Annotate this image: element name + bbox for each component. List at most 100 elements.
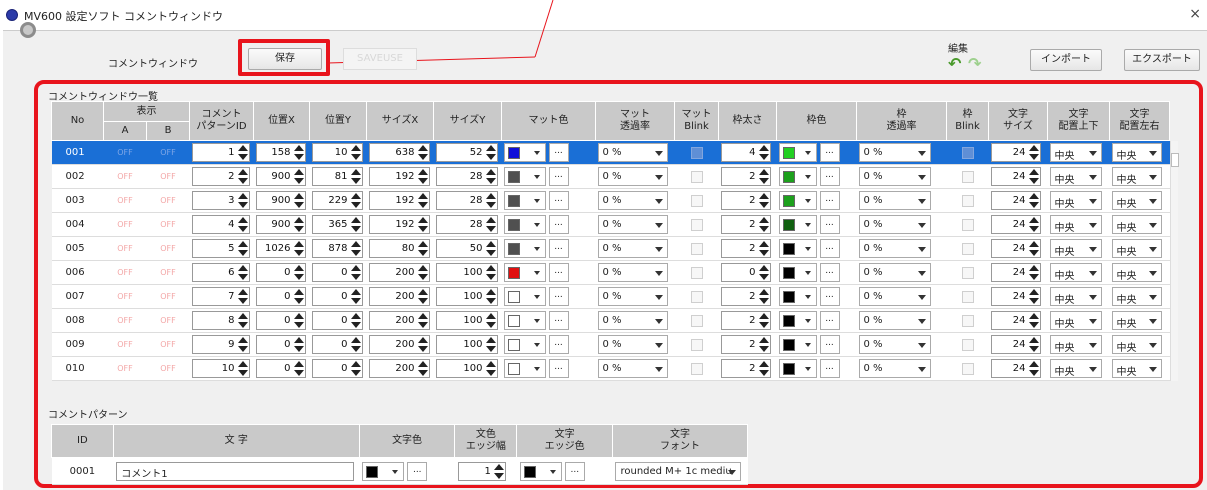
font-size-stepper[interactable]: 24 <box>990 263 1041 282</box>
pos-x-stepper[interactable]: 0 <box>255 335 306 354</box>
show-a-toggle[interactable]: OFF <box>103 140 147 165</box>
pos-y-stepper[interactable]: 0 <box>311 311 363 330</box>
size-y-stepper[interactable]: 28 <box>435 167 498 186</box>
border-width-stepper[interactable]: 4 <box>720 143 771 162</box>
matte-color-more-button[interactable]: ... <box>548 335 569 354</box>
font-size-stepper[interactable]: 24 <box>990 287 1041 306</box>
edge-color-more-button[interactable]: ... <box>564 461 585 481</box>
valign-select[interactable]: 中央 <box>1049 335 1102 354</box>
border-opacity-select[interactable]: 0 % <box>858 311 931 330</box>
show-b-toggle[interactable]: OFF <box>146 212 190 237</box>
show-b-toggle[interactable]: OFF <box>146 356 190 381</box>
matte-blink-checkbox[interactable] <box>690 338 703 351</box>
matte-blink-checkbox[interactable] <box>690 290 703 303</box>
font-size-stepper[interactable]: 24 <box>990 215 1041 234</box>
size-y-stepper[interactable]: 100 <box>435 311 498 330</box>
pattern-text-input[interactable]: コメント1 <box>116 461 355 481</box>
pattern-id-stepper[interactable]: 4 <box>191 215 250 234</box>
valign-select[interactable]: 中央 <box>1049 239 1102 258</box>
valign-select[interactable]: 中央 <box>1049 143 1102 162</box>
valign-select[interactable]: 中央 <box>1049 311 1102 330</box>
table-row[interactable]: 005 OFF OFF 5 1026 878 80 50... 0 % 2... 0 % 24 中央 中央 <box>51 236 1170 261</box>
matte-blink-checkbox[interactable] <box>690 146 703 159</box>
border-width-stepper[interactable]: 2 <box>720 287 771 306</box>
border-color-picker[interactable] <box>778 359 817 378</box>
pattern-id-stepper[interactable]: 8 <box>191 311 250 330</box>
font-size-stepper[interactable]: 24 <box>990 311 1041 330</box>
valign-select[interactable]: 中央 <box>1049 263 1102 282</box>
border-color-more-button[interactable]: ... <box>819 191 840 210</box>
table-scrollbar[interactable] <box>1170 141 1179 381</box>
halign-select[interactable]: 中央 <box>1111 263 1162 282</box>
pos-x-stepper[interactable]: 0 <box>255 263 306 282</box>
pos-x-stepper[interactable]: 900 <box>255 191 306 210</box>
size-x-stepper[interactable]: 200 <box>368 311 430 330</box>
border-width-stepper[interactable]: 2 <box>720 167 771 186</box>
matte-color-more-button[interactable]: ... <box>548 191 569 210</box>
border-color-picker[interactable] <box>778 167 817 186</box>
halign-select[interactable]: 中央 <box>1111 167 1162 186</box>
scrollbar-thumb[interactable] <box>1171 153 1179 167</box>
table-row[interactable]: 010 OFF OFF 10 0 0 200 100... 0 % 2... 0 % 24 中央 中央 <box>51 356 1170 381</box>
pattern-id-stepper[interactable]: 5 <box>191 239 250 258</box>
pos-y-stepper[interactable]: 229 <box>311 191 363 210</box>
halign-select[interactable]: 中央 <box>1111 359 1162 378</box>
matte-color-picker[interactable] <box>503 335 546 354</box>
border-opacity-select[interactable]: 0 % <box>858 191 931 210</box>
matte-blink-checkbox[interactable] <box>690 242 703 255</box>
border-color-more-button[interactable]: ... <box>819 143 840 162</box>
table-row[interactable]: 003 OFF OFF 3 900 229 192 28... 0 % 2... 0 % 24 中央 中央 <box>51 188 1170 213</box>
matte-opacity-select[interactable]: 0 % <box>597 359 668 378</box>
size-y-stepper[interactable]: 28 <box>435 191 498 210</box>
border-color-picker[interactable] <box>778 215 817 234</box>
border-color-more-button[interactable]: ... <box>819 335 840 354</box>
font-size-stepper[interactable]: 24 <box>990 167 1041 186</box>
border-color-picker[interactable] <box>778 143 817 162</box>
pos-x-stepper[interactable]: 0 <box>255 311 306 330</box>
valign-select[interactable]: 中央 <box>1049 191 1102 210</box>
close-icon[interactable]: × <box>1189 6 1201 22</box>
table-row[interactable]: 008 OFF OFF 8 0 0 200 100... 0 % 2... 0 % 24 中央 中央 <box>51 308 1170 333</box>
matte-opacity-select[interactable]: 0 % <box>597 143 668 162</box>
show-a-toggle[interactable]: OFF <box>103 308 147 333</box>
matte-color-picker[interactable] <box>503 359 546 378</box>
border-width-stepper[interactable]: 2 <box>720 311 771 330</box>
size-x-stepper[interactable]: 200 <box>368 359 430 378</box>
matte-color-more-button[interactable]: ... <box>548 359 569 378</box>
border-opacity-select[interactable]: 0 % <box>858 143 931 162</box>
size-y-stepper[interactable]: 100 <box>435 359 498 378</box>
show-a-toggle[interactable]: OFF <box>103 164 147 189</box>
size-x-stepper[interactable]: 638 <box>368 143 430 162</box>
size-x-stepper[interactable]: 192 <box>368 215 430 234</box>
border-color-more-button[interactable]: ... <box>819 311 840 330</box>
border-opacity-select[interactable]: 0 % <box>858 239 931 258</box>
size-y-stepper[interactable]: 50 <box>435 239 498 258</box>
matte-blink-checkbox[interactable] <box>690 314 703 327</box>
halign-select[interactable]: 中央 <box>1111 143 1162 162</box>
show-b-toggle[interactable]: OFF <box>146 236 190 261</box>
font-size-stepper[interactable]: 24 <box>990 191 1041 210</box>
border-color-picker[interactable] <box>778 239 817 258</box>
halign-select[interactable]: 中央 <box>1111 311 1162 330</box>
border-blink-checkbox[interactable] <box>961 314 974 327</box>
table-row[interactable]: 002 OFF OFF 2 900 81 192 28... 0 % 2... 0 % 24 中央 中央 <box>51 164 1170 189</box>
pos-y-stepper[interactable]: 0 <box>311 335 363 354</box>
border-width-stepper[interactable]: 2 <box>720 359 771 378</box>
size-y-stepper[interactable]: 100 <box>435 335 498 354</box>
font-size-stepper[interactable]: 24 <box>990 239 1041 258</box>
border-blink-checkbox[interactable] <box>961 362 974 375</box>
border-color-picker[interactable] <box>778 191 817 210</box>
size-y-stepper[interactable]: 52 <box>435 143 498 162</box>
border-color-picker[interactable] <box>778 311 817 330</box>
show-a-toggle[interactable]: OFF <box>103 284 147 309</box>
halign-select[interactable]: 中央 <box>1111 287 1162 306</box>
matte-color-picker[interactable] <box>503 143 546 162</box>
matte-color-more-button[interactable]: ... <box>548 239 569 258</box>
pos-y-stepper[interactable]: 365 <box>311 215 363 234</box>
halign-select[interactable]: 中央 <box>1111 239 1162 258</box>
show-a-toggle[interactable]: OFF <box>103 236 147 261</box>
size-x-stepper[interactable]: 192 <box>368 167 430 186</box>
table-row[interactable]: 007 OFF OFF 7 0 0 200 100... 0 % 2... 0 % 24 中央 中央 <box>51 284 1170 309</box>
matte-color-more-button[interactable]: ... <box>548 287 569 306</box>
show-a-toggle[interactable]: OFF <box>103 260 147 285</box>
